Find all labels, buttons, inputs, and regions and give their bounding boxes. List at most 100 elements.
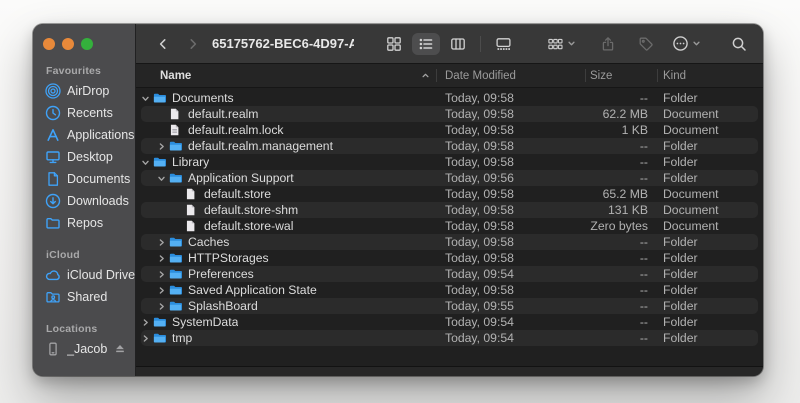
sidebar-item-airdrop[interactable]: AirDrop [33,80,135,102]
file-kind: Document [658,219,763,233]
sidebar: FavouritesAirDropRecentsApplicationsDesk… [33,24,136,376]
column-header-name[interactable]: Name [136,64,437,87]
file-row-documents[interactable]: DocumentsToday, 09:58--Folder [136,90,763,106]
list-view-button[interactable] [412,33,440,55]
file-kind: Folder [658,251,763,265]
chevron-down-icon [567,39,576,48]
file-row-tmp[interactable]: tmpToday, 09:54--Folder [136,330,763,346]
folder-icon [168,171,185,185]
file-size: -- [586,299,658,313]
file-name: default.store-wal [204,219,293,233]
tag-icon [638,36,654,52]
shared-folder-icon [45,289,61,305]
more-actions-button[interactable] [672,35,701,52]
file-kind: Folder [658,139,763,153]
file-row-splashboard[interactable]: SplashBoardToday, 09:55--Folder [136,298,763,314]
chevron-down-icon [692,39,701,48]
sidebar-item-jacob[interactable]: _Jacob [33,338,135,360]
sidebar-item-repos[interactable]: Repos [33,212,135,234]
close-button[interactable] [43,38,55,50]
disclosure-closed-icon[interactable] [154,238,168,247]
document-icon [184,219,201,233]
eject-icon[interactable] [113,342,127,356]
disclosure-closed-icon[interactable] [154,254,168,263]
file-kind: Folder [658,299,763,313]
file-row-saved-application-state[interactable]: Saved Application StateToday, 09:58--Fol… [136,282,763,298]
sidebar-item-label: Shared [67,290,107,304]
columns-view-button[interactable] [444,33,472,55]
file-size: 65.2 MB [586,187,658,201]
file-name: SystemData [172,315,238,329]
file-row-preferences[interactable]: PreferencesToday, 09:54--Folder [136,266,763,282]
file-row-default-store-shm[interactable]: default.store-shmToday, 09:58131 KBDocum… [136,202,763,218]
column-header-size[interactable]: Size [586,64,658,87]
sidebar-item-icloud-drive[interactable]: iCloud Drive [33,264,135,286]
disclosure-open-icon[interactable] [138,158,152,167]
document-icon [168,123,185,137]
disclosure-open-icon[interactable] [154,174,168,183]
file-date-modified: Today, 09:56 [437,171,586,185]
file-row-default-realm[interactable]: default.realmToday, 09:5862.2 MBDocument [136,106,763,122]
file-list: DocumentsToday, 09:58--Folderdefault.rea… [136,88,763,366]
file-row-httpstorages[interactable]: HTTPStoragesToday, 09:58--Folder [136,250,763,266]
sort-ascending-icon [420,70,431,81]
disclosure-closed-icon[interactable] [138,318,152,327]
sidebar-item-downloads[interactable]: Downloads [33,190,135,212]
file-size: 62.2 MB [586,107,658,121]
file-size: 131 KB [586,203,658,217]
file-size: Zero bytes [586,219,658,233]
minimize-button[interactable] [62,38,74,50]
sidebar-item-recents[interactable]: Recents [33,102,135,124]
file-name: SplashBoard [188,299,258,313]
file-kind: Folder [658,267,763,281]
column-header-date-modified[interactable]: Date Modified [437,64,586,87]
file-date-modified: Today, 09:58 [437,283,586,297]
file-name: Caches [188,235,229,249]
search-button[interactable] [731,36,747,52]
sidebar-item-label: Documents [67,172,130,186]
disclosure-closed-icon[interactable] [154,302,168,311]
file-date-modified: Today, 09:58 [437,123,586,137]
document-icon [184,203,201,217]
share-button[interactable] [600,36,616,52]
file-date-modified: Today, 09:58 [437,251,586,265]
group-button[interactable] [547,36,576,52]
share-icon [600,36,616,52]
applications-icon [45,127,61,143]
file-row-default-realm-lock[interactable]: default.realm.lockToday, 09:581 KBDocume… [136,122,763,138]
column-header-kind[interactable]: Kind [658,64,763,87]
toolbar-divider [480,36,481,52]
icon-view-button[interactable] [380,33,408,55]
file-row-caches[interactable]: CachesToday, 09:58--Folder [136,234,763,250]
file-date-modified: Today, 09:58 [437,235,586,249]
file-row-systemdata[interactable]: SystemDataToday, 09:54--Folder [136,314,763,330]
file-row-default-store-wal[interactable]: default.store-wal Today, 09:58Zero bytesD… [136,218,763,234]
sidebar-item-desktop[interactable]: Desktop [33,146,135,168]
disclosure-closed-icon[interactable] [154,270,168,279]
desktop-icon [45,149,61,165]
tag-button[interactable] [638,36,654,52]
disclosure-closed-icon[interactable] [138,334,152,343]
file-row-library[interactable]: LibraryToday, 09:58--Folder [136,154,763,170]
sidebar-item-label: _Jacob [67,342,107,356]
file-date-modified: Today, 09:58 [437,219,586,233]
disclosure-closed-icon[interactable] [154,142,168,151]
downloads-icon [45,193,61,209]
file-kind: Folder [658,283,763,297]
sidebar-item-applications[interactable]: Applications [33,124,135,146]
sidebar-item-documents[interactable]: Documents [33,168,135,190]
group-icon [547,36,564,52]
gallery-view-button[interactable] [489,33,517,55]
file-row-default-realm-management[interactable]: default.realm.managementToday, 09:58--Fo… [136,138,763,154]
file-row-default-store[interactable]: default.storeToday, 09:5865.2 MBDocument [136,186,763,202]
back-button[interactable] [156,37,170,51]
zoom-button[interactable] [81,38,93,50]
document-icon [184,187,201,201]
file-name: HTTPStorages [188,251,269,265]
disclosure-open-icon[interactable] [138,94,152,103]
forward-button[interactable] [186,37,200,51]
sidebar-item-shared[interactable]: Shared [33,286,135,308]
recents-icon [45,105,61,121]
disclosure-closed-icon[interactable] [154,286,168,295]
file-row-application-support[interactable]: Application SupportToday, 09:56--Folder [136,170,763,186]
